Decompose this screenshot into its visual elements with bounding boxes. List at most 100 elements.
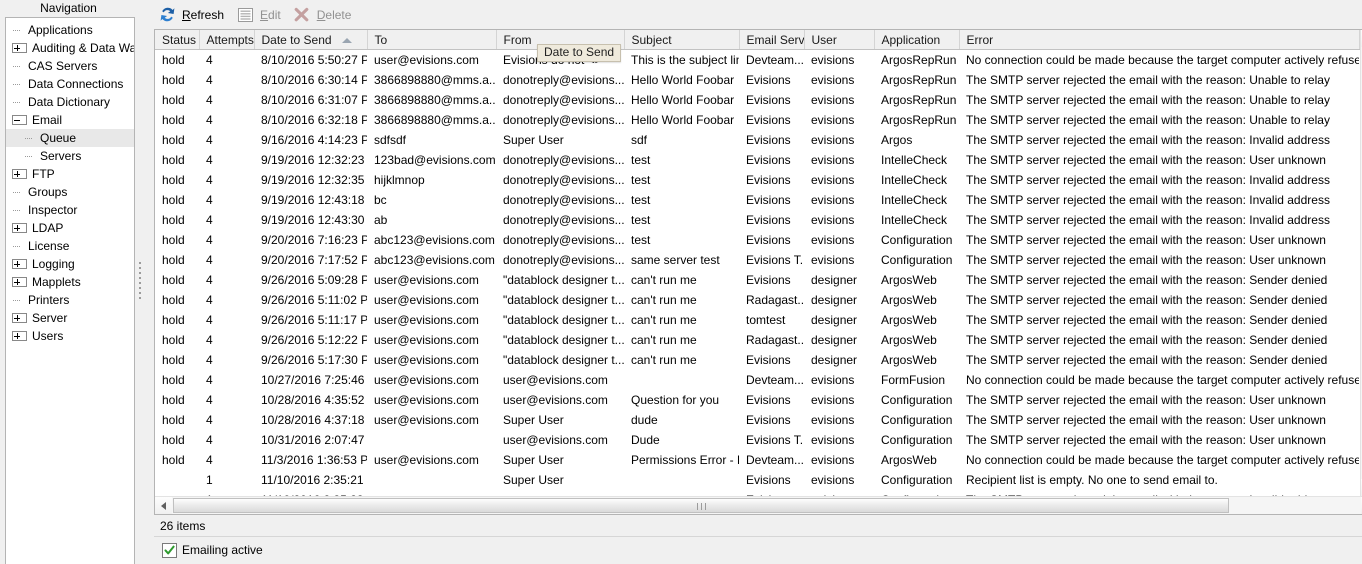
sidebar-item-groups[interactable]: Groups [6, 183, 134, 201]
column-header-status[interactable]: Status [155, 30, 200, 51]
table-row[interactable]: hold 4 10/28/2016 4:35:52 ... user@evisions… [155, 390, 1359, 411]
table-row[interactable]: hold 4 10/27/2016 7:25:46 ... user@evisions… [155, 370, 1359, 391]
cell-email_server: Evisions [739, 410, 804, 431]
collapse-icon[interactable] [12, 115, 27, 125]
table-row[interactable]: hold49/26/2016 5:17:30 PMuser@evisions.c… [155, 350, 1359, 371]
cell-user: evisions [804, 190, 874, 211]
column-header-label: Application [881, 32, 941, 47]
cell-error: The SMTP server rejected the email with … [959, 310, 1359, 331]
expand-icon[interactable] [12, 277, 27, 287]
horizontal-scroll-thumb[interactable] [173, 498, 1229, 514]
cell-application: ArgosWeb [874, 290, 959, 311]
cell-date_to_send: 9/16/2016 4:14:23 PM [254, 130, 367, 151]
sidebar-item-label: Servers [40, 149, 82, 163]
cell-user: evisions [804, 390, 874, 411]
cell-application: Configuration [874, 470, 959, 491]
cell-date_to_send: 9/19/2016 12:32:35 ... [254, 170, 367, 191]
edit-button[interactable]: Edit [232, 2, 289, 28]
sidebar-item-queue[interactable]: Queue [6, 129, 134, 147]
cell-from: donotreply@evisions... [496, 150, 624, 171]
sidebar-item-cas-servers[interactable]: CAS Servers [6, 57, 134, 75]
table-row[interactable]: hold 4 9/19/2016 12:32:35 ... hijklmnop dono… [155, 170, 1359, 191]
expand-icon[interactable] [12, 331, 27, 341]
sidebar-item-server[interactable]: Server [6, 309, 134, 327]
table-row[interactable]: hold 4 10/31/2016 2:07:47 ... user@evisions… [155, 430, 1359, 451]
cell-user: evisions [804, 110, 874, 131]
table-row[interactable]: hold48/10/2016 5:50:27 PMuser@evisions.c… [155, 49, 1359, 71]
expand-icon[interactable] [12, 43, 27, 53]
table-row[interactable]: hold49/16/2016 4:14:23 PMsdfsdfSuper Use… [155, 130, 1359, 151]
expand-icon[interactable] [12, 259, 27, 269]
sidebar-item-email[interactable]: Email [6, 111, 134, 129]
column-header-date_to_send[interactable]: Date to Send [254, 30, 368, 51]
cell-to: user@evisions.com [367, 49, 496, 71]
sidebar-item-logging[interactable]: Logging [6, 255, 134, 273]
refresh-button[interactable]: Refresh [154, 2, 232, 28]
column-header-to[interactable]: To [367, 30, 497, 51]
table-row[interactable]: hold48/10/2016 6:31:07 PM3866898880@mms.… [155, 90, 1359, 111]
scroll-left-arrow-icon[interactable] [155, 497, 172, 515]
checkmark-icon [164, 545, 175, 555]
table-row[interactable]: hold 4 9/26/2016 5:11:02 PM user@evisions.c… [155, 290, 1359, 311]
expand-icon[interactable] [12, 169, 27, 179]
cell-application: Configuration [874, 430, 959, 451]
table-row[interactable]: hold 4 11/3/2016 1:36:53 PM user@evisions.c… [155, 450, 1359, 471]
table-row[interactable]: hold49/20/2016 7:17:52 PMabc123@evisions… [155, 250, 1359, 271]
table-row[interactable]: hold 4 10/28/2016 4:37:18 ... user@evisions… [155, 410, 1359, 431]
sidebar-item-data-connections[interactable]: Data Connections [6, 75, 134, 93]
cell-attempts: 4 [199, 310, 254, 331]
cell-user: designer [804, 350, 874, 371]
table-row[interactable]: hold 4 9/26/2016 5:11:17 PM user@evisions.c… [155, 310, 1359, 331]
navigation-panel: Navigation Applications Auditing & Data W… [0, 0, 137, 564]
emailing-active-checkbox[interactable] [162, 542, 177, 558]
sidebar-item-ftp[interactable]: FTP [6, 165, 134, 183]
column-header-user[interactable]: User [804, 30, 875, 51]
grid-scroll-region[interactable]: Status Attempts Date to Send To From Subject E… [155, 30, 1360, 497]
expand-icon[interactable] [12, 313, 27, 323]
table-row[interactable]: hold48/10/2016 6:30:14 PM3866898880@mms.… [155, 70, 1359, 91]
cell-to [367, 470, 496, 491]
cell-attempts: 4 [199, 230, 254, 251]
expand-icon[interactable] [12, 223, 27, 233]
sidebar-item-data-dictionary[interactable]: Data Dictionary [6, 93, 134, 111]
cell-attempts: 4 [199, 210, 254, 231]
horizontal-scrollbar[interactable] [155, 496, 1362, 515]
cell-email_server: Evisions T... [739, 430, 804, 451]
table-row[interactable]: hold49/26/2016 5:09:28 PMuser@evisions.c… [155, 270, 1359, 291]
cell-email_server: Radagast... [739, 330, 804, 351]
cell-status: hold [155, 190, 199, 211]
column-header-error[interactable]: Error [959, 30, 1360, 51]
table-row[interactable]: 1 11/10/2016 2:35:21 ... Super User Evision… [155, 470, 1359, 491]
sidebar-item-mapplets[interactable]: Mapplets [6, 273, 134, 291]
cell-user: evisions [804, 130, 874, 151]
sidebar-item-servers[interactable]: Servers [6, 147, 134, 165]
column-header-application[interactable]: Application [874, 30, 960, 51]
sidebar-item-label: Mapplets [32, 275, 81, 289]
tree-leaf-icon [10, 96, 23, 109]
table-row[interactable]: hold 4 9/19/2016 12:43:18 ... bc donotreply@… [155, 190, 1359, 211]
sidebar-item-inspector[interactable]: Inspector [6, 201, 134, 219]
sidebar-item-ldap[interactable]: LDAP [6, 219, 134, 237]
cell-application: Configuration [874, 410, 959, 431]
cell-error: The SMTP server rejected the email with … [959, 330, 1359, 351]
table-row[interactable]: hold 4 9/19/2016 12:32:23 ... 123bad@evisio… [155, 150, 1359, 171]
column-header-email_server[interactable]: Email Server [739, 30, 805, 51]
navigation-tree[interactable]: Applications Auditing & Data War... CAS Se… [5, 17, 135, 564]
horizontal-scroll-track[interactable] [172, 497, 1361, 515]
cell-to: 3866898880@mms.a... [367, 110, 496, 131]
table-row[interactable]: hold49/26/2016 5:12:22 PMuser@evisions.c… [155, 330, 1359, 351]
sidebar-item-users[interactable]: Users [6, 327, 134, 345]
delete-button[interactable]: Delete [289, 2, 360, 28]
sidebar-item-printers[interactable]: Printers [6, 291, 134, 309]
cell-to: user@evisions.com [367, 290, 496, 311]
table-row[interactable]: hold48/10/2016 6:32:18 PM3866898880@mms.… [155, 110, 1359, 131]
sidebar-item-applications[interactable]: Applications [6, 21, 134, 39]
sidebar-item-auditing-data-war[interactable]: Auditing & Data War... [6, 39, 134, 57]
sidebar-item-label: Logging [32, 257, 75, 271]
column-header-attempts[interactable]: Attempts [199, 30, 255, 51]
table-row[interactable]: hold49/20/2016 7:16:23 PMabc123@evisions… [155, 230, 1359, 251]
sidebar-item-license[interactable]: License [6, 237, 134, 255]
panel-splitter[interactable] [137, 0, 145, 564]
column-header-subject[interactable]: Subject [624, 30, 740, 51]
table-row[interactable]: hold 4 9/19/2016 12:43:30 ... ab donotreply@… [155, 210, 1359, 231]
